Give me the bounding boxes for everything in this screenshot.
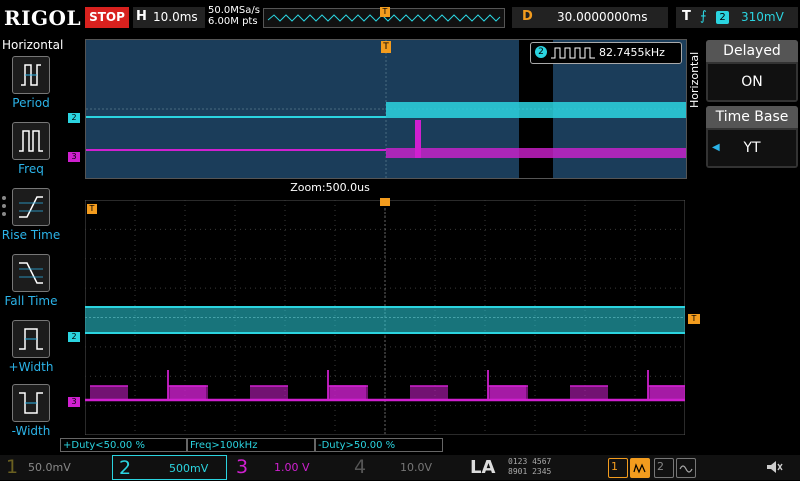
menu-title: Horizontal [2, 38, 64, 52]
negative-width-icon [12, 384, 50, 422]
math-1-wave-icon [630, 458, 650, 478]
delay-box[interactable]: D 30.0000000ms [512, 7, 668, 28]
trigger-box[interactable]: T ⨍ 2 310mV [676, 7, 798, 28]
channel-3[interactable]: 3 1.00 V [230, 455, 345, 480]
menu-item-label: Rise Time [1, 228, 61, 242]
trigger-label: T [682, 9, 691, 24]
positive-width-icon [12, 320, 50, 358]
zoom-overview-window[interactable]: T 2 82.7455kHz [85, 39, 687, 179]
waveform-display[interactable]: T [84, 198, 688, 436]
timebase-button[interactable]: Time Base ◀ YT [706, 106, 798, 168]
measurement-frequency[interactable]: Freq>100kHz [187, 438, 315, 452]
trigger-indicator-topleft: T [87, 204, 97, 214]
horizontal-timebase[interactable]: H 10.0ms [133, 7, 205, 28]
delay-value: 30.0000000ms [557, 10, 648, 24]
delayed-button[interactable]: Delayed ON [706, 40, 798, 102]
math-1-indicator[interactable]: 1 [608, 458, 628, 478]
channel-1[interactable]: 1 50.0mV [0, 455, 112, 480]
menu-item-fall-time[interactable]: Fall Time [0, 254, 62, 316]
square-wave-icon [551, 47, 595, 59]
freq-value: 82.7455kHz [599, 46, 665, 59]
frequency-readout: 2 82.7455kHz [530, 42, 682, 64]
delay-label: D [522, 9, 533, 24]
logic-analyzer-label[interactable]: LA [470, 457, 495, 478]
trigger-level: 310mV [741, 10, 784, 24]
menu-item-label: +Width [8, 360, 54, 374]
zoom-timebase-label: Zoom:500.0us [290, 181, 370, 194]
channel-2[interactable]: 2 500mV [112, 455, 227, 480]
rigol-logo: RIGOL [4, 6, 82, 30]
delayed-label: Delayed [706, 40, 798, 62]
menu-item-period[interactable]: Period [0, 56, 62, 118]
horizontal-label: H [136, 9, 147, 24]
delayed-value: ON [708, 64, 796, 100]
measurement-positive-duty[interactable]: +Duty<50.00 % [60, 438, 187, 452]
sample-info: 50.0MSa/s 6.00M pts [208, 5, 260, 27]
menu-item-freq[interactable]: Freq [0, 122, 62, 184]
rising-edge-icon: ⨍ [700, 9, 707, 24]
top-status-bar: RIGOL STOP H 10.0ms 50.0MSa/s 6.00M pts … [0, 0, 800, 36]
sample-rate: 50.0MSa/s [208, 5, 260, 16]
channel-4[interactable]: 4 10.0V [348, 455, 463, 480]
memory-position-bar[interactable]: T [263, 7, 505, 28]
math-2-indicator[interactable]: 2 [654, 458, 674, 478]
logic-channel-digits[interactable]: 0123 4567 8901 2345 [508, 457, 600, 477]
menu-item-positive-width[interactable]: +Width [0, 320, 62, 382]
trigger-position-marker: T [381, 41, 391, 53]
freq-icon [12, 122, 50, 160]
memory-depth: 6.00M pts [208, 16, 258, 27]
channel-status-bar: 1 50.0mV 2 500mV 3 1.00 V 4 10.0V LA 012… [0, 455, 800, 480]
rise-time-icon [12, 188, 50, 226]
timebase-value: ◀ YT [708, 130, 796, 166]
menu-item-label: -Width [11, 424, 51, 438]
ch2-marker-main: 2 [68, 332, 80, 342]
trigger-level-marker: T [688, 314, 700, 324]
trigger-position-marker [380, 198, 390, 206]
chevron-left-icon: ◀ [712, 142, 720, 153]
ch2-marker-overview: 2 [68, 113, 80, 123]
freq-channel-badge: 2 [535, 46, 547, 58]
menu-item-label: Fall Time [4, 294, 58, 308]
menu-item-label: Period [12, 96, 50, 110]
measurement-negative-duty[interactable]: -Duty>50.00 % [315, 438, 443, 452]
timebase-label: Time Base [706, 106, 798, 128]
trigger-position-marker: T [380, 7, 390, 17]
menu-item-rise-time[interactable]: Rise Time [0, 188, 62, 250]
run-stop-status[interactable]: STOP [85, 7, 129, 28]
timebase-value: 10.0ms [153, 10, 198, 24]
math-2-wave-icon [676, 458, 696, 478]
menu-item-negative-width[interactable]: -Width [0, 384, 62, 446]
speaker-mute-icon[interactable] [764, 457, 784, 477]
ch3-marker-overview: 3 [68, 152, 80, 162]
fall-time-icon [12, 254, 50, 292]
right-panel-tab: Horizontal [688, 51, 701, 108]
menu-item-label: Freq [18, 162, 44, 176]
waveform-grid [84, 199, 688, 436]
trigger-channel: 2 [716, 11, 729, 24]
ch3-marker-main: 3 [68, 397, 80, 407]
period-icon [12, 56, 50, 94]
